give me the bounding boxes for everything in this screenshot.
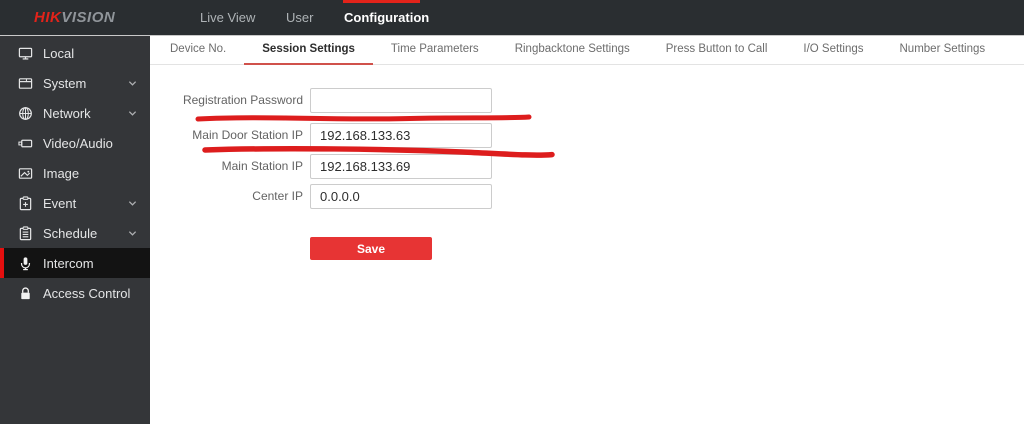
sidebar-item-label: Schedule — [43, 225, 98, 241]
lock-icon — [21, 286, 30, 299]
main-door-station-ip-input[interactable] — [310, 123, 492, 148]
video-icon — [18, 139, 33, 147]
sidebar-item-label: Image — [43, 165, 80, 181]
registration-password-input[interactable] — [310, 88, 492, 113]
chevron-down-icon — [128, 201, 137, 206]
save-button[interactable]: Save — [310, 237, 432, 260]
tab-time-parameters[interactable]: Time Parameters — [373, 36, 497, 64]
tab-press-button-to-call[interactable]: Press Button to Call — [648, 36, 786, 64]
topbar: HIKVISION Live View User Configuration — [0, 0, 1024, 36]
sidebar-item-network[interactable]: Network — [0, 98, 150, 128]
monitor-icon — [18, 47, 33, 60]
clipboard-icon — [19, 195, 32, 210]
chevron-down-icon — [128, 81, 137, 86]
main-content: Device No. Session Settings Time Paramet… — [150, 36, 1024, 424]
tab-number-settings[interactable]: Number Settings — [882, 36, 1004, 64]
settings-tabbar: Device No. Session Settings Time Paramet… — [150, 36, 1024, 65]
tab-ringbacktone-settings[interactable]: Ringbacktone Settings — [497, 36, 648, 64]
sidebar-item-image[interactable]: Image — [0, 158, 150, 188]
active-nav-indicator — [343, 0, 420, 3]
chevron-down-icon — [128, 231, 137, 236]
nav-configuration[interactable]: Configuration — [344, 0, 429, 35]
microphone-icon — [20, 256, 31, 270]
sidebar-item-video-audio[interactable]: Video/Audio — [0, 128, 150, 158]
main-station-ip-input[interactable] — [310, 154, 492, 179]
sidebar-item-label: Event — [43, 195, 77, 211]
tab-session-settings[interactable]: Session Settings — [244, 36, 373, 65]
sidebar-item-label: Local — [43, 45, 75, 61]
sidebar-item-access-control[interactable]: Access Control — [0, 278, 150, 308]
tab-io-settings[interactable]: I/O Settings — [785, 36, 881, 64]
window-icon — [18, 77, 33, 89]
globe-icon — [19, 106, 32, 120]
sidebar-item-label: System — [43, 75, 87, 91]
tab-device-no[interactable]: Device No. — [152, 36, 244, 64]
main-door-station-ip-label: Main Door Station IP — [192, 128, 303, 142]
logo-vision: VISION — [61, 9, 116, 26]
logo-hik: HIK — [34, 9, 62, 26]
registration-password-label: Registration Password — [182, 93, 303, 107]
main-station-ip-label: Main Station IP — [221, 159, 303, 173]
sidebar-item-event[interactable]: Event — [0, 188, 150, 218]
center-ip-label: Center IP — [252, 189, 303, 203]
sidebar-item-intercom[interactable]: Intercom — [0, 248, 150, 278]
center-ip-input[interactable] — [310, 184, 492, 209]
sidebar-item-label: Network — [43, 105, 91, 121]
sidebar-item-label: Intercom — [43, 255, 94, 271]
sidebar-item-label: Video/Audio — [43, 135, 113, 151]
image-icon — [18, 167, 33, 179]
sidebar-item-system[interactable]: System — [0, 68, 150, 98]
hikvision-logo: HIKVISION — [34, 9, 115, 26]
schedule-icon — [19, 225, 32, 240]
nav-live-view[interactable]: Live View — [200, 0, 255, 35]
chevron-down-icon — [128, 111, 137, 116]
sidebar-item-schedule[interactable]: Schedule — [0, 218, 150, 248]
sidebar-item-label: Access Control — [43, 285, 131, 301]
nav-user[interactable]: User — [286, 0, 313, 35]
sidebar: Local System Network Video/Audio Image E… — [0, 36, 150, 424]
sidebar-item-local[interactable]: Local — [0, 38, 150, 68]
